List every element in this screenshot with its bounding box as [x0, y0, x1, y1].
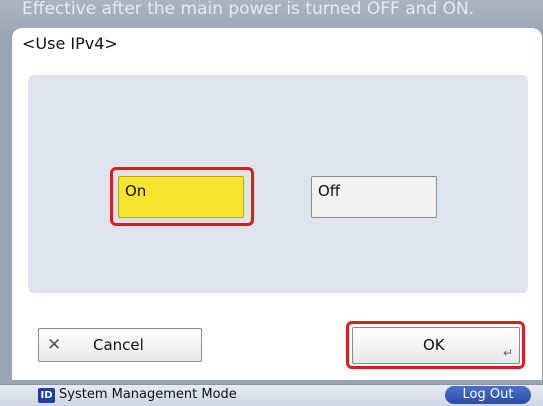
- ok-label: OK: [423, 336, 445, 354]
- ok-button[interactable]: OK ↵: [352, 327, 520, 364]
- mode-label: System Management Mode: [59, 387, 237, 402]
- on-option-label: On: [125, 182, 147, 200]
- off-option-label: Off: [318, 182, 341, 200]
- enter-icon: ↵: [502, 346, 513, 360]
- cancel-button[interactable]: ✕ Cancel: [38, 328, 202, 362]
- close-icon: ✕: [47, 335, 62, 355]
- cancel-label: Cancel: [93, 336, 144, 354]
- top-strip: Effective after the main power is turned…: [0, 0, 543, 30]
- logout-button[interactable]: Log Out: [445, 386, 531, 404]
- dialog-title: <Use IPv4>: [22, 34, 118, 53]
- notice-text: Effective after the main power is turned…: [22, 0, 475, 19]
- off-option-button[interactable]: Off: [311, 176, 437, 218]
- id-icon: ID: [38, 388, 55, 403]
- option-panel: [28, 75, 528, 293]
- on-option-button[interactable]: On: [118, 176, 244, 218]
